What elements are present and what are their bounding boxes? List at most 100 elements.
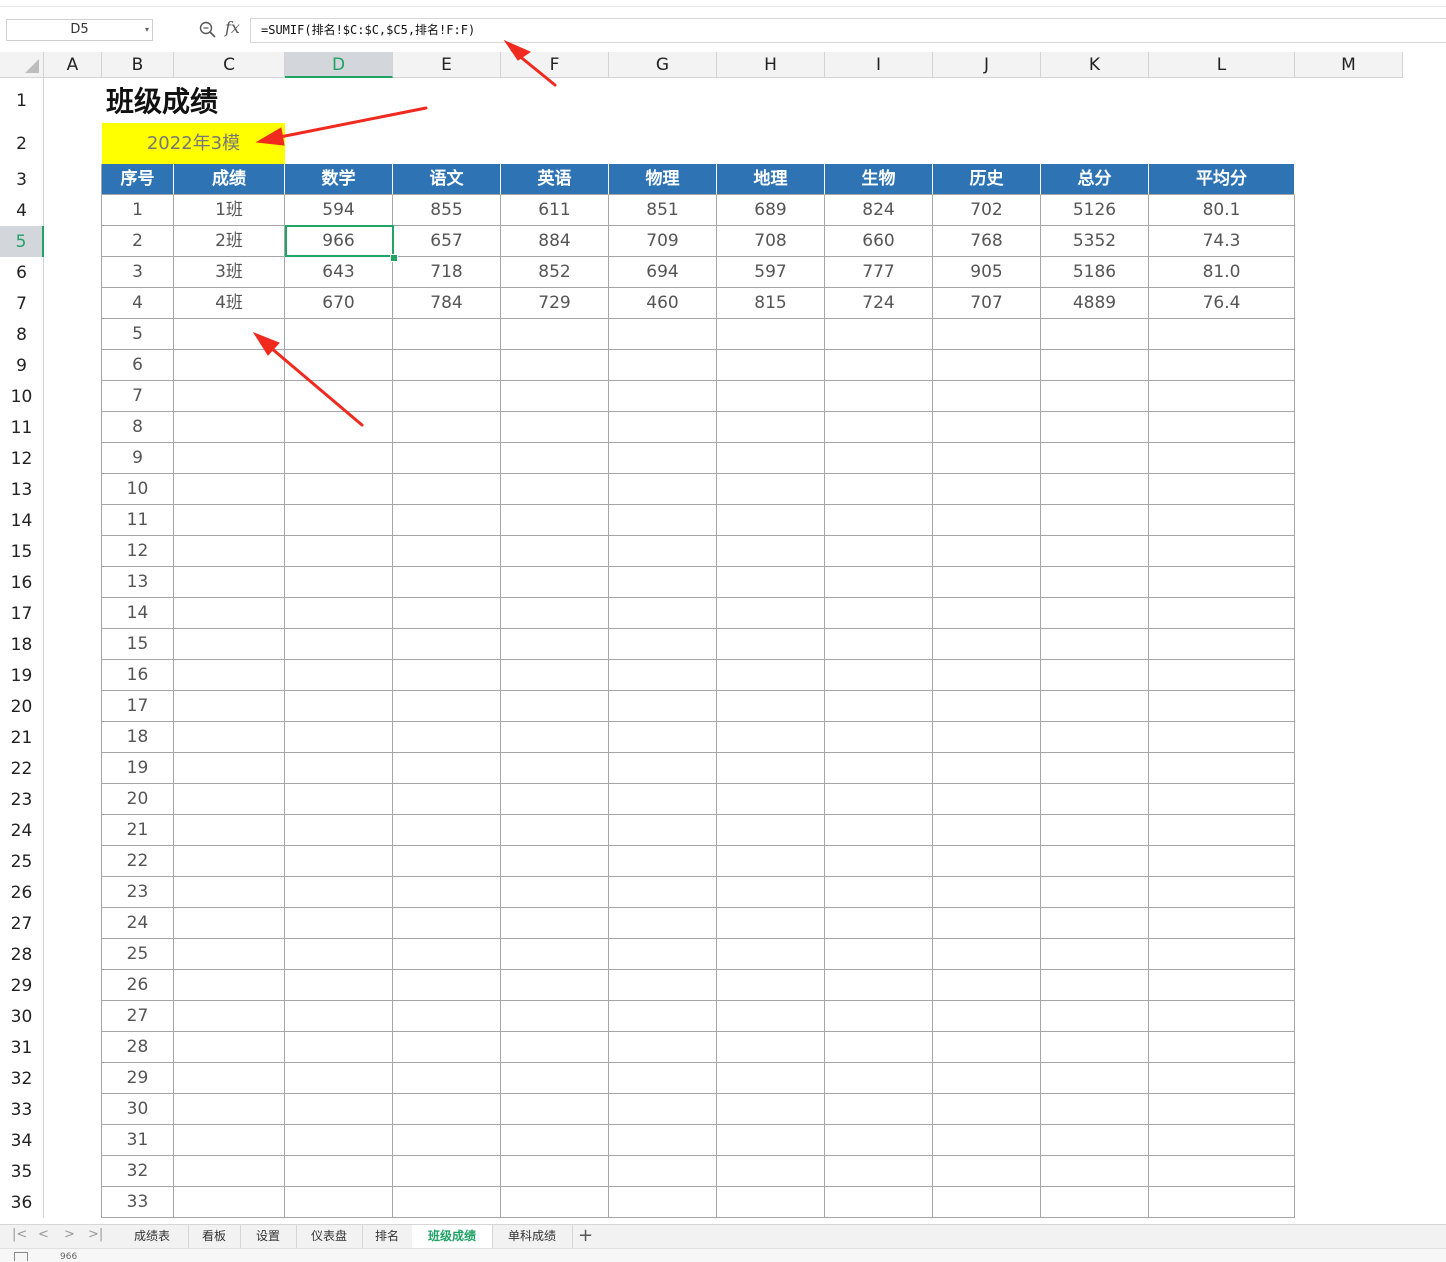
serial-cell[interactable]: 18 (102, 722, 174, 753)
empty-cell[interactable] (174, 567, 285, 598)
empty-cell[interactable] (1149, 381, 1295, 412)
fill-handle[interactable] (390, 254, 398, 262)
table-header-cell[interactable]: 总分 (1041, 164, 1149, 195)
empty-cell[interactable] (501, 412, 609, 443)
empty-cell[interactable] (501, 598, 609, 629)
table-cell[interactable]: 708 (717, 226, 825, 257)
empty-cell[interactable] (501, 319, 609, 350)
empty-cell[interactable] (174, 784, 285, 815)
empty-cell[interactable] (717, 474, 825, 505)
empty-cell[interactable] (609, 1156, 717, 1187)
empty-cell[interactable] (501, 1094, 609, 1125)
empty-cell[interactable] (393, 660, 501, 691)
table-cell[interactable]: 709 (609, 226, 717, 257)
empty-cell[interactable] (174, 598, 285, 629)
empty-cell[interactable] (285, 567, 393, 598)
zoom-icon[interactable] (198, 20, 218, 40)
empty-cell[interactable] (501, 1032, 609, 1063)
empty-cell[interactable] (933, 598, 1041, 629)
add-sheet-icon[interactable]: + (578, 1225, 593, 1247)
empty-cell[interactable] (933, 660, 1041, 691)
empty-cell[interactable] (174, 1063, 285, 1094)
empty-cell[interactable] (609, 722, 717, 753)
empty-cell[interactable] (501, 474, 609, 505)
sheet-tab[interactable]: 仪表盘 (296, 1225, 363, 1248)
table-cell[interactable]: 670 (285, 288, 393, 319)
table-cell[interactable]: 729 (501, 288, 609, 319)
table-cell[interactable]: 460 (609, 288, 717, 319)
table-header-cell[interactable]: 平均分 (1149, 164, 1295, 195)
empty-cell[interactable] (825, 846, 933, 877)
empty-cell[interactable] (393, 598, 501, 629)
empty-cell[interactable] (285, 1187, 393, 1218)
empty-cell[interactable] (1149, 722, 1295, 753)
empty-cell[interactable] (501, 846, 609, 877)
column-header-e[interactable]: E (393, 52, 501, 78)
row-header-32[interactable]: 32 (0, 1063, 44, 1094)
empty-cell[interactable] (717, 1187, 825, 1218)
table-cell[interactable]: 660 (825, 226, 933, 257)
serial-cell[interactable]: 25 (102, 939, 174, 970)
row-header-26[interactable]: 26 (0, 877, 44, 908)
empty-cell[interactable] (1149, 784, 1295, 815)
empty-cell[interactable] (1041, 753, 1149, 784)
empty-cell[interactable] (717, 939, 825, 970)
serial-cell[interactable]: 19 (102, 753, 174, 784)
empty-cell[interactable] (393, 846, 501, 877)
table-cell[interactable]: 718 (393, 257, 501, 288)
empty-cell[interactable] (933, 815, 1041, 846)
row-header-23[interactable]: 23 (0, 784, 44, 815)
empty-cell[interactable] (933, 691, 1041, 722)
empty-cell[interactable] (1149, 970, 1295, 1001)
empty-cell[interactable] (825, 1063, 933, 1094)
empty-cell[interactable] (174, 443, 285, 474)
empty-cell[interactable] (609, 908, 717, 939)
serial-cell[interactable]: 17 (102, 691, 174, 722)
empty-cell[interactable] (717, 629, 825, 660)
empty-cell[interactable] (933, 970, 1041, 1001)
empty-cell[interactable] (933, 1187, 1041, 1218)
row-header-14[interactable]: 14 (0, 505, 44, 536)
serial-cell[interactable]: 28 (102, 1032, 174, 1063)
row-header-9[interactable]: 9 (0, 350, 44, 381)
empty-cell[interactable] (825, 753, 933, 784)
table-cell[interactable]: 724 (825, 288, 933, 319)
empty-cell[interactable] (933, 1156, 1041, 1187)
empty-cell[interactable] (285, 846, 393, 877)
sheet-tab[interactable]: 单科成绩 (492, 1225, 573, 1248)
table-cell[interactable]: 80.1 (1149, 195, 1295, 226)
row-header-13[interactable]: 13 (0, 474, 44, 505)
row-header-4[interactable]: 4 (0, 195, 44, 226)
empty-cell[interactable] (825, 350, 933, 381)
empty-cell[interactable] (717, 815, 825, 846)
serial-cell[interactable]: 20 (102, 784, 174, 815)
empty-cell[interactable] (174, 722, 285, 753)
empty-cell[interactable] (285, 1125, 393, 1156)
empty-cell[interactable] (1149, 1156, 1295, 1187)
empty-cell[interactable] (933, 753, 1041, 784)
empty-cell[interactable] (393, 691, 501, 722)
empty-cell[interactable] (717, 598, 825, 629)
empty-cell[interactable] (933, 846, 1041, 877)
empty-cell[interactable] (1149, 505, 1295, 536)
serial-cell[interactable]: 30 (102, 1094, 174, 1125)
serial-cell[interactable]: 32 (102, 1156, 174, 1187)
empty-cell[interactable] (393, 784, 501, 815)
empty-cell[interactable] (825, 660, 933, 691)
row-header-22[interactable]: 22 (0, 753, 44, 784)
empty-cell[interactable] (1041, 722, 1149, 753)
table-header-cell[interactable]: 物理 (609, 164, 717, 195)
empty-cell[interactable] (393, 1063, 501, 1094)
column-header-l[interactable]: L (1149, 52, 1295, 78)
empty-cell[interactable] (933, 877, 1041, 908)
empty-cell[interactable] (501, 691, 609, 722)
row-header-25[interactable]: 25 (0, 846, 44, 877)
empty-cell[interactable] (501, 567, 609, 598)
serial-cell[interactable]: 29 (102, 1063, 174, 1094)
empty-cell[interactable] (174, 319, 285, 350)
empty-cell[interactable] (501, 815, 609, 846)
empty-cell[interactable] (393, 443, 501, 474)
empty-cell[interactable] (1149, 412, 1295, 443)
empty-cell[interactable] (609, 443, 717, 474)
empty-cell[interactable] (501, 629, 609, 660)
